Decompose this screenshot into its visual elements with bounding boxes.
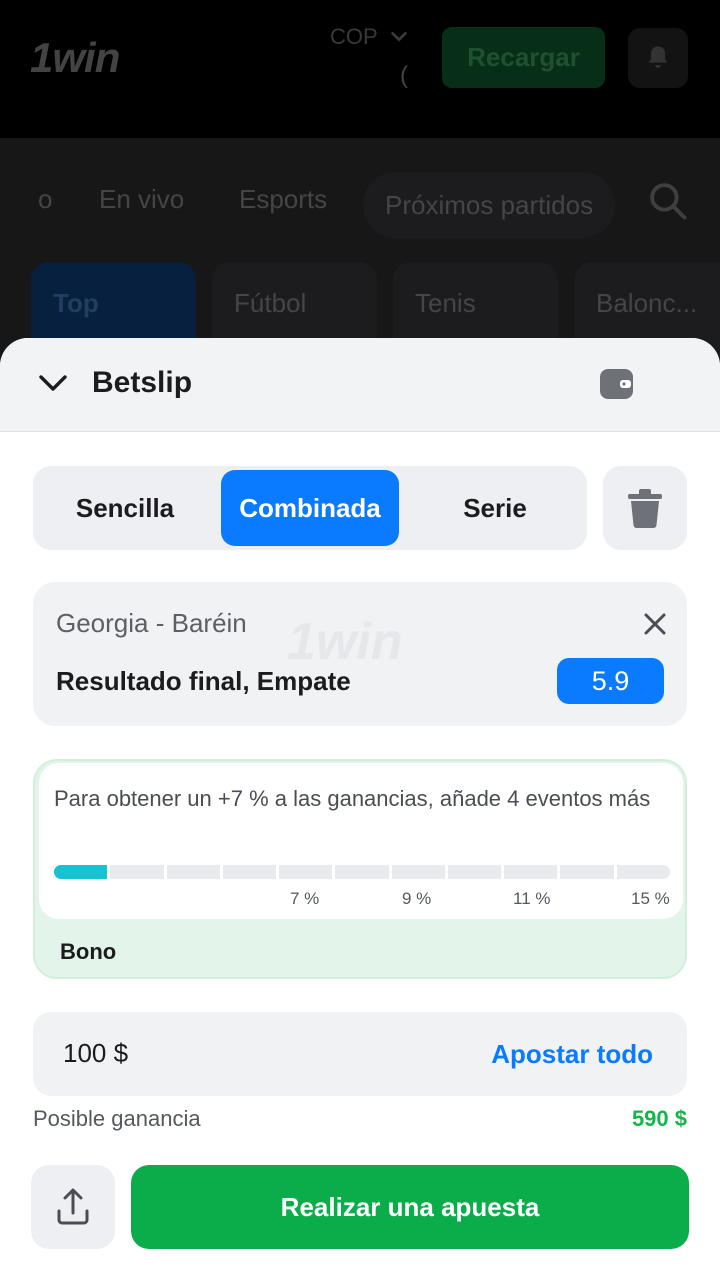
share-icon xyxy=(57,1188,89,1225)
progress-segment xyxy=(335,865,389,879)
progress-tick: 15 % xyxy=(631,889,670,908)
progress-segment xyxy=(222,865,277,879)
betslip-sheet: Betslip Sencilla Combinada Serie 1win Ge… xyxy=(0,338,720,1280)
progress-tick: 11 % xyxy=(513,889,551,908)
trash-icon xyxy=(628,489,662,528)
stake-input[interactable]: 100 $ xyxy=(63,1038,128,1069)
bonus-label: Bono xyxy=(60,939,117,964)
progress-segment xyxy=(166,865,220,879)
wallet-icon[interactable] xyxy=(600,369,633,399)
progress-tick: 7 % xyxy=(290,889,320,908)
betslip-title: Betslip xyxy=(92,366,193,399)
bet-event-card: 1win Georgia - Baréin Resultado final, E… xyxy=(33,582,687,726)
event-match: Georgia - Baréin xyxy=(56,608,247,638)
close-icon[interactable] xyxy=(641,610,669,638)
bet-all-button[interactable]: Apostar todo xyxy=(491,1039,653,1070)
tab-series[interactable]: Serie xyxy=(407,470,583,546)
betslip-header[interactable]: Betslip xyxy=(0,338,720,432)
progress-segment xyxy=(110,865,164,879)
collapse-chevron-icon[interactable] xyxy=(38,372,68,396)
possible-win-label: Posible ganancia xyxy=(33,1106,201,1131)
progress-segment xyxy=(447,865,502,879)
bonus-progress-bar xyxy=(54,865,670,879)
possible-win-value: 590 $ xyxy=(631,1106,687,1131)
bonus-card: Para obtener un +7 % a las ganancias, añ… xyxy=(33,759,687,979)
odds-badge: 5.9 xyxy=(557,658,664,704)
tab-single[interactable]: Sencilla xyxy=(37,470,213,546)
stake-field[interactable]: 100 $ Apostar todo xyxy=(33,1012,687,1096)
progress-segment xyxy=(504,865,558,879)
place-bet-button[interactable]: Realizar una apuesta xyxy=(131,1165,689,1249)
progress-segment xyxy=(560,865,614,879)
bet-type-tabs: Sencilla Combinada Serie xyxy=(33,466,587,550)
progress-tick: 9 % xyxy=(402,889,432,908)
clear-betslip-button[interactable] xyxy=(603,466,687,550)
progress-segment xyxy=(391,865,445,879)
tab-combined[interactable]: Combinada xyxy=(221,470,399,546)
progress-segment xyxy=(54,865,108,879)
bonus-description: Para obtener un +7 % a las ganancias, añ… xyxy=(54,786,651,811)
watermark-logo: 1win xyxy=(287,613,403,671)
bonus-progress-panel: Para obtener un +7 % a las ganancias, añ… xyxy=(39,763,683,919)
share-button[interactable] xyxy=(31,1165,115,1249)
event-market: Resultado final, Empate xyxy=(56,666,351,696)
progress-segment xyxy=(279,865,333,879)
progress-segment xyxy=(616,865,670,879)
